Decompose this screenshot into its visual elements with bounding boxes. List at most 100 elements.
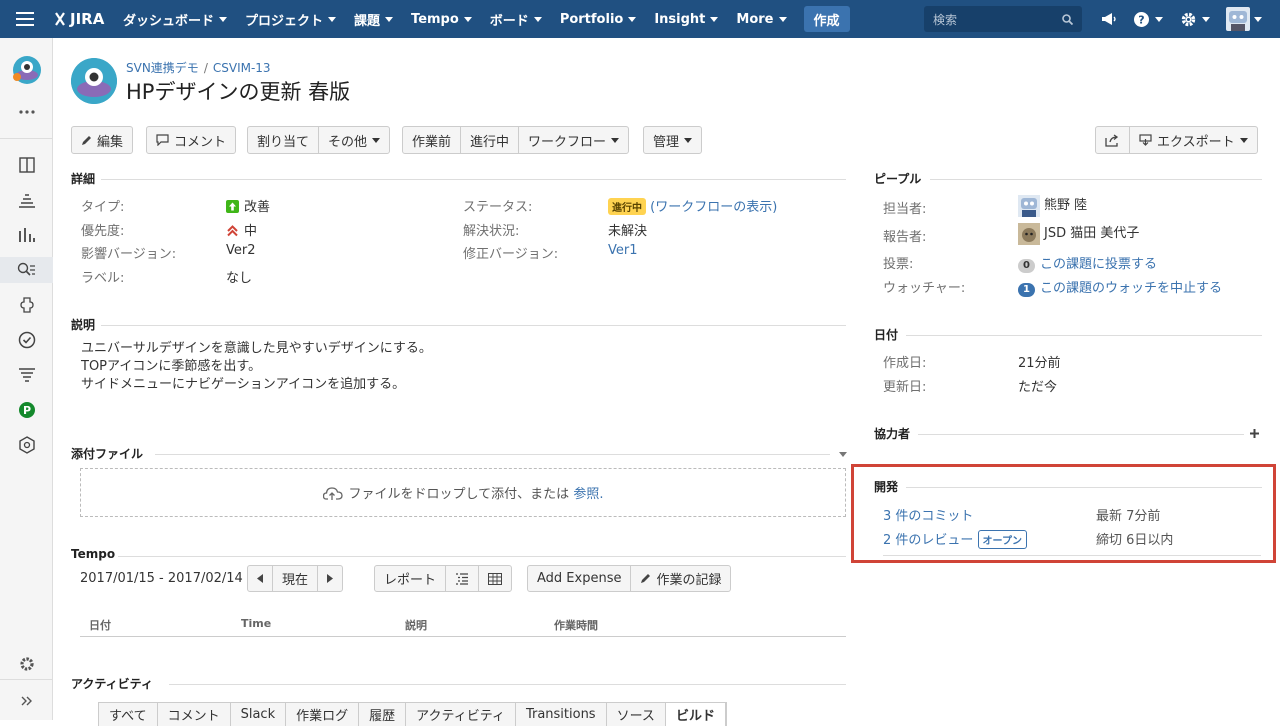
share-button[interactable] xyxy=(1096,127,1130,153)
backlog-icon[interactable] xyxy=(0,187,53,213)
page-title[interactable]: HPデザインの更新 春版 xyxy=(126,76,350,106)
gear-icon[interactable] xyxy=(1180,0,1210,38)
admin-button[interactable]: 管理 xyxy=(643,126,703,154)
in-progress-button[interactable]: 進行中 xyxy=(461,127,520,153)
activity-heading[interactable]: アクティビティ xyxy=(71,675,153,692)
description-body[interactable]: ユニバーサルデザインを意識した見やすいデザインにする。 TOPアイコンに季節感を… xyxy=(81,340,432,394)
tab-comments[interactable]: コメント xyxy=(158,703,231,726)
tab-slack[interactable]: Slack xyxy=(231,703,287,726)
menu-issues[interactable]: 課題 xyxy=(345,10,402,29)
reports-icon[interactable] xyxy=(0,222,53,248)
help-icon[interactable]: ? xyxy=(1133,0,1163,38)
edit-button[interactable]: 編集 xyxy=(71,126,134,154)
menu-insight[interactable]: Insight xyxy=(645,12,727,27)
next-period-button[interactable] xyxy=(318,566,342,591)
attachment-dropzone[interactable]: ファイルをドロップして添付、または 参照. xyxy=(80,468,846,517)
log-work-button[interactable]: 作業の記録 xyxy=(631,566,730,591)
browse-link[interactable]: 参照. xyxy=(573,483,603,502)
assign-button[interactable]: 割り当て xyxy=(248,127,320,153)
section-divider xyxy=(101,325,846,326)
chevron-down-icon xyxy=(372,137,381,143)
report-button[interactable]: レポート xyxy=(375,566,447,591)
app-switcher-icon[interactable] xyxy=(16,0,34,38)
list-view-button[interactable] xyxy=(446,566,480,591)
view-workflow-link[interactable]: (ワークフローの表示) xyxy=(650,200,777,215)
stop-watching-link[interactable]: この課題のウォッチを中止する xyxy=(1040,281,1222,296)
vote-link[interactable]: この課題に投票する xyxy=(1040,257,1157,272)
components-icon[interactable] xyxy=(0,292,53,318)
to-do-button[interactable]: 作業前 xyxy=(403,127,462,153)
affects-version-value[interactable]: Ver2 xyxy=(226,243,256,258)
expand-sidebar-icon[interactable] xyxy=(0,688,53,714)
settings-hex-icon[interactable] xyxy=(0,432,53,458)
grid-icon xyxy=(488,572,503,585)
fix-version-link[interactable]: Ver1 xyxy=(608,243,638,258)
add-expense-button[interactable]: Add Expense xyxy=(528,566,632,591)
reporter-value[interactable]: JSD 猫田 美代子 xyxy=(1018,222,1139,245)
tab-worklog[interactable]: 作業ログ xyxy=(286,703,360,726)
search-input[interactable]: 検索 xyxy=(924,6,1082,32)
tab-all[interactable]: すべて xyxy=(99,703,158,726)
updated-value: ただ今 xyxy=(1018,380,1058,395)
export-button[interactable]: エクスポート xyxy=(1130,127,1257,153)
collaborators-heading[interactable]: 協力者 xyxy=(874,425,910,442)
tab-source[interactable]: ソース xyxy=(607,703,666,726)
description-line: TOPアイコンに季節感を出す。 xyxy=(81,359,262,374)
development-heading[interactable]: 開発 xyxy=(874,478,898,495)
more-actions-button[interactable]: その他 xyxy=(319,127,389,153)
reporter-avatar-icon xyxy=(1018,222,1040,245)
dates-heading[interactable]: 日付 xyxy=(874,326,898,343)
add-collaborator-icon[interactable] xyxy=(1249,428,1260,443)
description-heading[interactable]: 説明 xyxy=(71,316,95,333)
project-avatar-icon[interactable] xyxy=(0,54,53,86)
more-icon[interactable] xyxy=(0,99,53,125)
priority-label: 優先度: xyxy=(81,224,125,239)
menu-dashboard[interactable]: ダッシュボード xyxy=(114,10,236,29)
create-button[interactable]: 作成 xyxy=(803,6,850,32)
tempo-heading[interactable]: Tempo xyxy=(71,547,115,561)
comment-button[interactable]: コメント xyxy=(146,126,237,154)
menu-label: 課題 xyxy=(354,13,381,29)
assignee-value[interactable]: 熊野 陸 xyxy=(1018,194,1087,217)
workflow-button[interactable]: ワークフロー xyxy=(519,127,628,153)
reviews-link[interactable]: 2 件のレビュー xyxy=(883,533,973,548)
resolution-value: 未解決 xyxy=(608,224,648,239)
previous-period-button[interactable] xyxy=(248,566,273,591)
portfolio-icon[interactable]: P xyxy=(0,397,53,423)
resolution-label: 解決状況: xyxy=(463,224,520,239)
board-icon[interactable] xyxy=(0,152,53,178)
attachments-heading[interactable]: 添付ファイル xyxy=(71,445,143,462)
button-label: その他 xyxy=(328,134,368,150)
jira-logo[interactable]: JIRA xyxy=(53,0,104,38)
releases-icon[interactable] xyxy=(0,327,53,353)
chevron-down-icon[interactable] xyxy=(839,452,847,457)
tab-transitions[interactable]: Transitions xyxy=(516,703,607,726)
labels-value[interactable]: なし xyxy=(226,267,252,286)
breadcrumb-project-link[interactable]: SVN連携デモ xyxy=(126,61,199,75)
tab-builds[interactable]: ビルド xyxy=(665,703,726,726)
section-divider xyxy=(906,487,1262,488)
grid-view-button[interactable] xyxy=(479,566,511,591)
menu-boards[interactable]: ボード xyxy=(481,10,551,29)
cloud-upload-icon xyxy=(322,486,343,500)
breadcrumb-issue-link[interactable]: CSVIM-13 xyxy=(213,61,271,75)
menu-more[interactable]: More xyxy=(727,12,795,27)
megaphone-icon[interactable] xyxy=(1101,0,1117,38)
project-settings-gear-icon[interactable] xyxy=(0,651,53,677)
chevron-down-icon xyxy=(1202,16,1210,22)
details-heading[interactable]: 詳細 xyxy=(71,170,95,187)
current-period-button[interactable]: 現在 xyxy=(273,566,319,591)
menu-projects[interactable]: プロジェクト xyxy=(236,10,345,29)
tab-activity[interactable]: アクティビティ xyxy=(406,703,516,726)
tempo-icon[interactable] xyxy=(0,362,53,388)
tempo-report-group: レポート xyxy=(374,565,513,592)
tab-history[interactable]: 履歴 xyxy=(359,703,407,726)
people-heading[interactable]: ピープル xyxy=(874,170,921,187)
issues-icon[interactable] xyxy=(0,257,53,283)
menu-portfolio[interactable]: Portfolio xyxy=(551,12,646,27)
menu-tempo[interactable]: Tempo xyxy=(402,12,481,27)
commits-link[interactable]: 3 件のコミット xyxy=(883,505,973,524)
pencil-icon xyxy=(641,574,651,583)
user-avatar[interactable] xyxy=(1226,0,1262,38)
table-divider xyxy=(80,636,846,637)
